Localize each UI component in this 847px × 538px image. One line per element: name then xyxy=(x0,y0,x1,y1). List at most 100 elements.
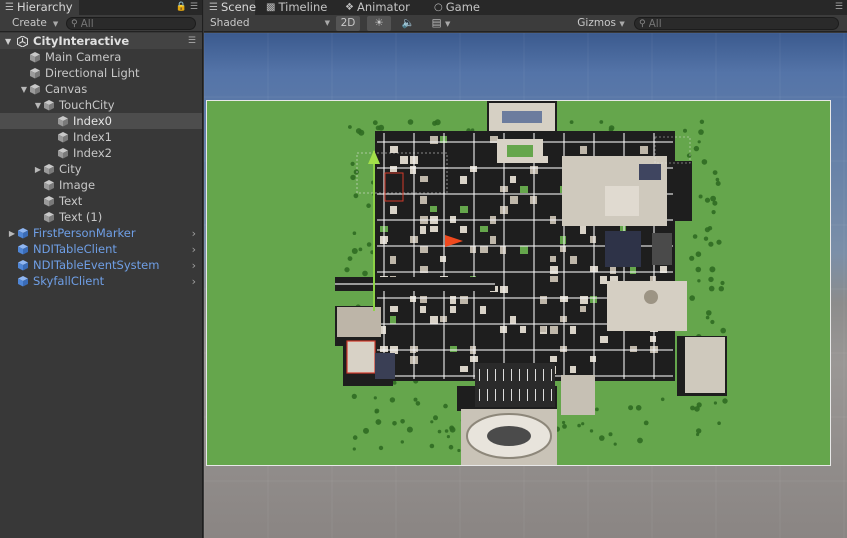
scene-root-row[interactable]: ▼ CityInteractive ☰ xyxy=(0,33,202,49)
expand-arrow-icon[interactable]: ▶ xyxy=(33,165,43,174)
animator-icon: ❖ xyxy=(345,2,354,13)
hierarchy-item-image[interactable]: Image xyxy=(0,177,202,193)
prefab-cube-icon xyxy=(18,244,28,255)
hierarchy-item-text-1[interactable]: Text (1) xyxy=(0,209,202,225)
toggle-2d-label: 2D xyxy=(340,17,356,29)
hierarchy-item-label: Index2 xyxy=(73,146,112,160)
search-icon: ⚲ xyxy=(71,18,78,29)
cube-icon xyxy=(30,68,40,79)
gizmo-y-arrow-icon[interactable] xyxy=(368,150,380,164)
expand-arrow-icon[interactable]: ▼ xyxy=(19,85,29,94)
hierarchy-item-index1[interactable]: Index1 xyxy=(0,129,202,145)
tab-timeline-label: Timeline xyxy=(278,0,328,14)
scene-tab-controls: ☰ xyxy=(835,0,843,15)
hierarchy-item-label: NDITableEventSystem xyxy=(33,258,160,272)
create-label: Create xyxy=(12,17,47,29)
lock-icon[interactable]: 🔒 xyxy=(176,2,187,12)
cube-icon xyxy=(44,196,54,207)
audio-toggle[interactable]: 🔈 xyxy=(396,16,420,31)
toggle-2d-button[interactable]: 2D xyxy=(336,16,360,31)
cube-icon xyxy=(44,212,54,223)
prefab-open-chevron-icon[interactable]: › xyxy=(192,259,196,272)
gizmos-label: Gizmos xyxy=(577,17,616,29)
scene-menu-icon[interactable]: ☰ xyxy=(188,36,196,46)
tab-animator[interactable]: ❖ Animator xyxy=(340,0,416,15)
chevron-down-icon: ▼ xyxy=(444,20,451,28)
hierarchy-item-touchcity[interactable]: ▼ TouchCity xyxy=(0,97,202,113)
cube-icon xyxy=(58,148,68,159)
hierarchy-item-directional-light[interactable]: Directional Light xyxy=(0,65,202,81)
chevron-down-icon: ▼ xyxy=(324,19,330,27)
context-menu-icon[interactable]: ☰ xyxy=(190,2,198,12)
hierarchy-item-index2[interactable]: Index2 xyxy=(0,145,202,161)
scene-tabbar: ☰ Scene ▩ Timeline ❖ Animator ○ Game ☰ xyxy=(204,0,847,15)
game-icon: ○ xyxy=(434,2,443,13)
tab-hierarchy[interactable]: ☰ Hierarchy xyxy=(0,0,79,15)
cube-icon xyxy=(30,84,40,95)
context-menu-icon[interactable]: ☰ xyxy=(835,2,843,12)
scene-search-input[interactable] xyxy=(648,17,749,30)
tab-game[interactable]: ○ Game xyxy=(429,0,486,15)
gizmos-dropdown[interactable]: Gizmos ▼ xyxy=(574,16,628,31)
hierarchy-item-city[interactable]: ▶ City xyxy=(0,161,202,177)
create-dropdown[interactable]: Create ▼ xyxy=(9,16,62,31)
hierarchy-item-canvas[interactable]: ▼ Canvas xyxy=(0,81,202,97)
expand-arrow-icon[interactable]: ▶ xyxy=(7,229,17,238)
cube-icon xyxy=(58,116,68,127)
hierarchy-item-index0[interactable]: Index0 xyxy=(0,113,202,129)
expand-arrow-icon[interactable]: ▼ xyxy=(5,37,14,46)
tab-scene-label: Scene xyxy=(220,0,257,14)
hierarchy-item-firstpersonmarker[interactable]: ▶ FirstPersonMarker › xyxy=(0,225,202,241)
scene-viewport[interactable] xyxy=(204,33,847,538)
prefab-cube-icon xyxy=(18,276,28,287)
city-map-render xyxy=(335,101,728,465)
hierarchy-item-label: Text (1) xyxy=(59,210,103,224)
scene-toolbar: Shaded ▼ 2D ☀ 🔈 ▤ ▼ Gizmos ▼ ⚲ xyxy=(204,15,847,32)
prefab-open-chevron-icon[interactable]: › xyxy=(192,275,196,288)
prefab-open-chevron-icon[interactable]: › xyxy=(192,227,196,240)
cube-icon xyxy=(58,132,68,143)
lighting-toggle[interactable]: ☀ xyxy=(367,16,391,31)
hierarchy-tabbar: ☰ Hierarchy 🔒 ☰ xyxy=(0,0,202,15)
scene-tab-icon: ☰ xyxy=(209,2,218,13)
hierarchy-item-label: Image xyxy=(59,178,96,192)
tab-scene[interactable]: ☰ Scene xyxy=(204,0,257,15)
hierarchy-item-main-camera[interactable]: Main Camera xyxy=(0,49,202,65)
hierarchy-item-label: Main Camera xyxy=(45,50,122,64)
hierarchy-item-label: FirstPersonMarker xyxy=(33,226,136,240)
hierarchy-panel: ☰ Hierarchy 🔒 ☰ Create ▼ ⚲ ▼ CityInteract… xyxy=(0,0,203,538)
scene-search[interactable]: ⚲ xyxy=(634,17,839,30)
effects-dropdown[interactable]: ▤ ▼ xyxy=(425,16,457,31)
hierarchy-item-label: Canvas xyxy=(45,82,88,96)
hierarchy-item-nditableclient[interactable]: NDITableClient › xyxy=(0,241,202,257)
hierarchy-search-input[interactable] xyxy=(80,17,181,30)
shading-mode-dropdown[interactable]: Shaded ▼ xyxy=(210,16,332,31)
prefab-open-chevron-icon[interactable]: › xyxy=(192,243,196,256)
tab-hierarchy-label: Hierarchy xyxy=(16,0,73,14)
city-canvas-board[interactable] xyxy=(206,100,831,466)
hierarchy-item-label: SkyfallClient xyxy=(33,274,105,288)
hierarchy-item-label: Index0 xyxy=(73,114,112,128)
timeline-icon: ▩ xyxy=(266,2,276,13)
hierarchy-item-nditableeventsystem[interactable]: NDITableEventSystem › xyxy=(0,257,202,273)
expand-arrow-icon[interactable]: ▼ xyxy=(33,101,43,110)
scene-name: CityInteractive xyxy=(33,34,130,48)
cube-icon xyxy=(30,52,40,63)
tab-animator-label: Animator xyxy=(356,0,410,14)
image-effects-icon: ▤ xyxy=(431,17,442,29)
tab-game-label: Game xyxy=(445,0,480,14)
hierarchy-tab-controls: 🔒 ☰ xyxy=(176,0,198,15)
hierarchy-toolbar: Create ▼ ⚲ xyxy=(0,15,202,32)
tab-timeline[interactable]: ▩ Timeline xyxy=(261,0,333,15)
transform-gizmo-y-axis[interactable] xyxy=(373,151,375,311)
gizmo-x-arrow-icon[interactable] xyxy=(445,235,463,247)
unity-logo-icon xyxy=(17,35,28,47)
cube-icon xyxy=(44,180,54,191)
prefab-cube-icon xyxy=(18,260,28,271)
prefab-cube-icon xyxy=(18,228,28,239)
hierarchy-item-text[interactable]: Text xyxy=(0,193,202,209)
hierarchy-item-label: Text xyxy=(59,194,83,208)
search-icon: ⚲ xyxy=(639,18,646,29)
hierarchy-item-skyfallclient[interactable]: SkyfallClient › xyxy=(0,273,202,289)
hierarchy-search[interactable]: ⚲ xyxy=(66,17,196,30)
